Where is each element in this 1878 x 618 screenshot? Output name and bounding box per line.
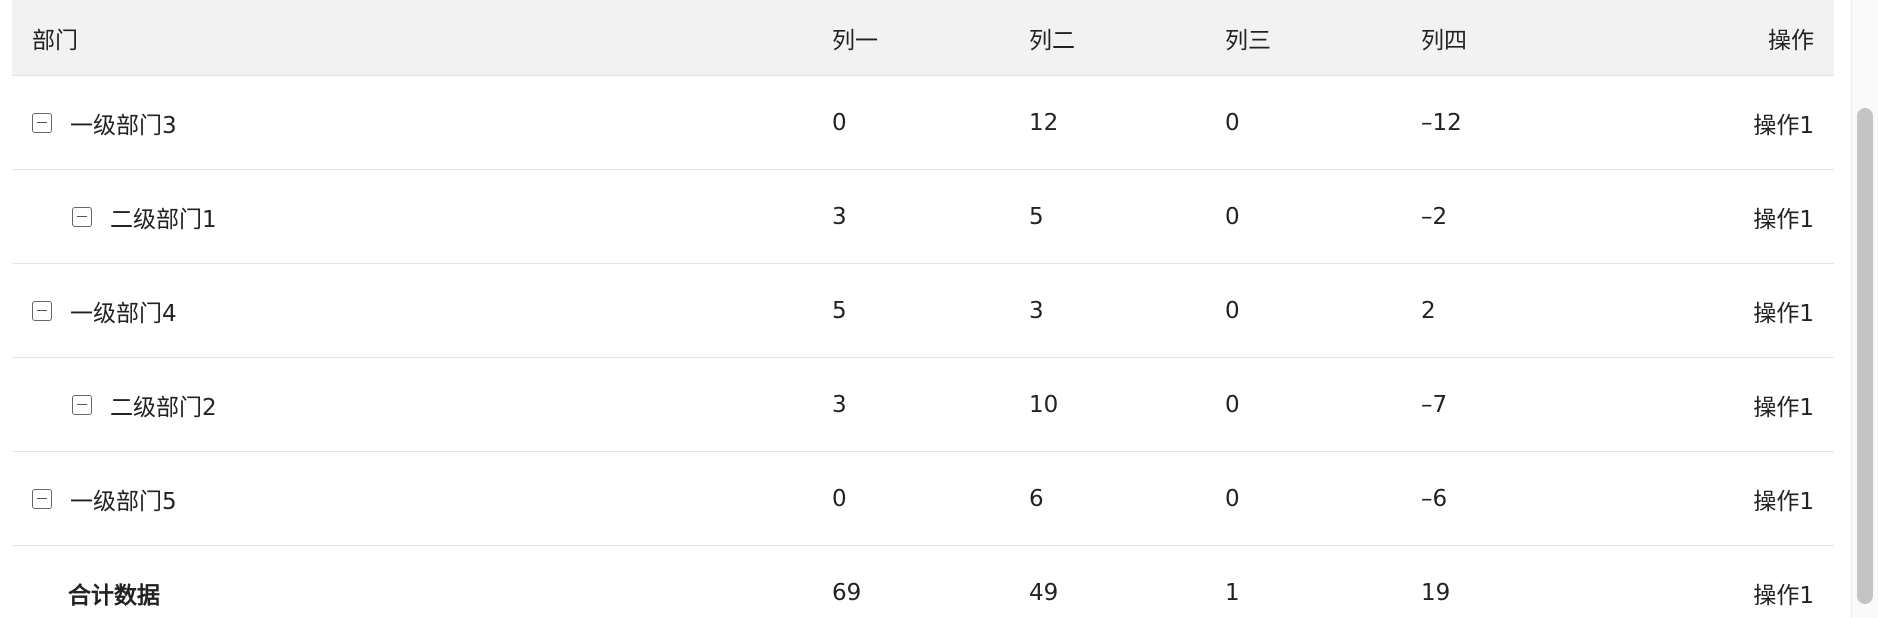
collapse-square-icon[interactable]: [32, 488, 52, 509]
dept-name: 一级部门3: [70, 112, 177, 139]
total-col4: 19: [1421, 580, 1451, 606]
total-col1: 69: [832, 580, 862, 606]
col3-cell: 0: [1225, 391, 1240, 418]
col3-cell: 0: [1225, 203, 1240, 230]
tree-table: 部门 列一 列二 列三 列四 操作 一级部门3 0 12 0 –12 操作1 二…: [12, 0, 1834, 618]
table-header: 部门 列一 列二 列三 列四 操作: [12, 0, 1834, 76]
total-col3: 1: [1225, 580, 1240, 606]
header-col4: 列四: [1421, 27, 1467, 54]
table-row: 二级部门2 3 10 0 –7 操作1: [12, 358, 1834, 452]
vertical-scrollbar[interactable]: [1851, 0, 1878, 618]
col1-cell: 0: [832, 109, 847, 136]
col2-cell: 5: [1029, 203, 1044, 230]
dept-name: 二级部门2: [110, 394, 217, 421]
col4-cell: –12: [1421, 109, 1462, 136]
dept-cell: 一级部门5: [32, 452, 177, 545]
table-row: 一级部门5 0 6 0 –6 操作1: [12, 452, 1834, 546]
operation-link[interactable]: 操作1: [1753, 546, 1814, 618]
collapse-square-icon[interactable]: [32, 300, 52, 321]
dept-cell: 二级部门2: [32, 358, 217, 451]
scrollbar-thumb[interactable]: [1857, 108, 1873, 604]
header-col2: 列二: [1029, 27, 1075, 54]
dept-name: 二级部门1: [110, 206, 217, 233]
col1-cell: 5: [832, 297, 847, 324]
col2-cell: 12: [1029, 109, 1059, 136]
col3-cell: 0: [1225, 109, 1240, 136]
col2-cell: 6: [1029, 485, 1044, 512]
operation-link[interactable]: 操作1: [1753, 76, 1814, 169]
collapse-square-icon[interactable]: [32, 112, 52, 133]
dept-name: 一级部门5: [70, 488, 177, 515]
header-op: 操作: [1768, 27, 1814, 54]
operation-link[interactable]: 操作1: [1753, 170, 1814, 263]
col3-cell: 0: [1225, 297, 1240, 324]
col3-cell: 0: [1225, 485, 1240, 512]
total-row: 合计数据 69 49 1 19 操作1: [12, 546, 1834, 618]
col1-cell: 3: [832, 203, 847, 230]
col2-cell: 3: [1029, 297, 1044, 324]
col2-cell: 10: [1029, 391, 1059, 418]
total-label: 合计数据: [68, 583, 160, 609]
collapse-square-icon[interactable]: [72, 394, 92, 415]
header-col3: 列三: [1225, 27, 1271, 54]
operation-link[interactable]: 操作1: [1753, 264, 1814, 357]
header-col1: 列一: [832, 27, 878, 54]
table-row: 一级部门3 0 12 0 –12 操作1: [12, 76, 1834, 170]
table-row: 二级部门1 3 5 0 –2 操作1: [12, 170, 1834, 264]
col4-cell: 2: [1421, 297, 1436, 324]
col1-cell: 3: [832, 391, 847, 418]
dept-cell: 一级部门3: [32, 76, 177, 169]
total-col2: 49: [1029, 580, 1059, 606]
col4-cell: –7: [1421, 391, 1448, 418]
col4-cell: –2: [1421, 203, 1448, 230]
dept-name: 一级部门4: [70, 300, 177, 327]
collapse-square-icon[interactable]: [72, 206, 92, 227]
dept-cell: 二级部门1: [32, 170, 217, 263]
col4-cell: –6: [1421, 485, 1448, 512]
table-row: 一级部门4 5 3 0 2 操作1: [12, 264, 1834, 358]
dept-cell: 一级部门4: [32, 264, 177, 357]
header-dept: 部门: [32, 27, 78, 54]
col1-cell: 0: [832, 485, 847, 512]
operation-link[interactable]: 操作1: [1753, 358, 1814, 451]
operation-link[interactable]: 操作1: [1753, 452, 1814, 545]
